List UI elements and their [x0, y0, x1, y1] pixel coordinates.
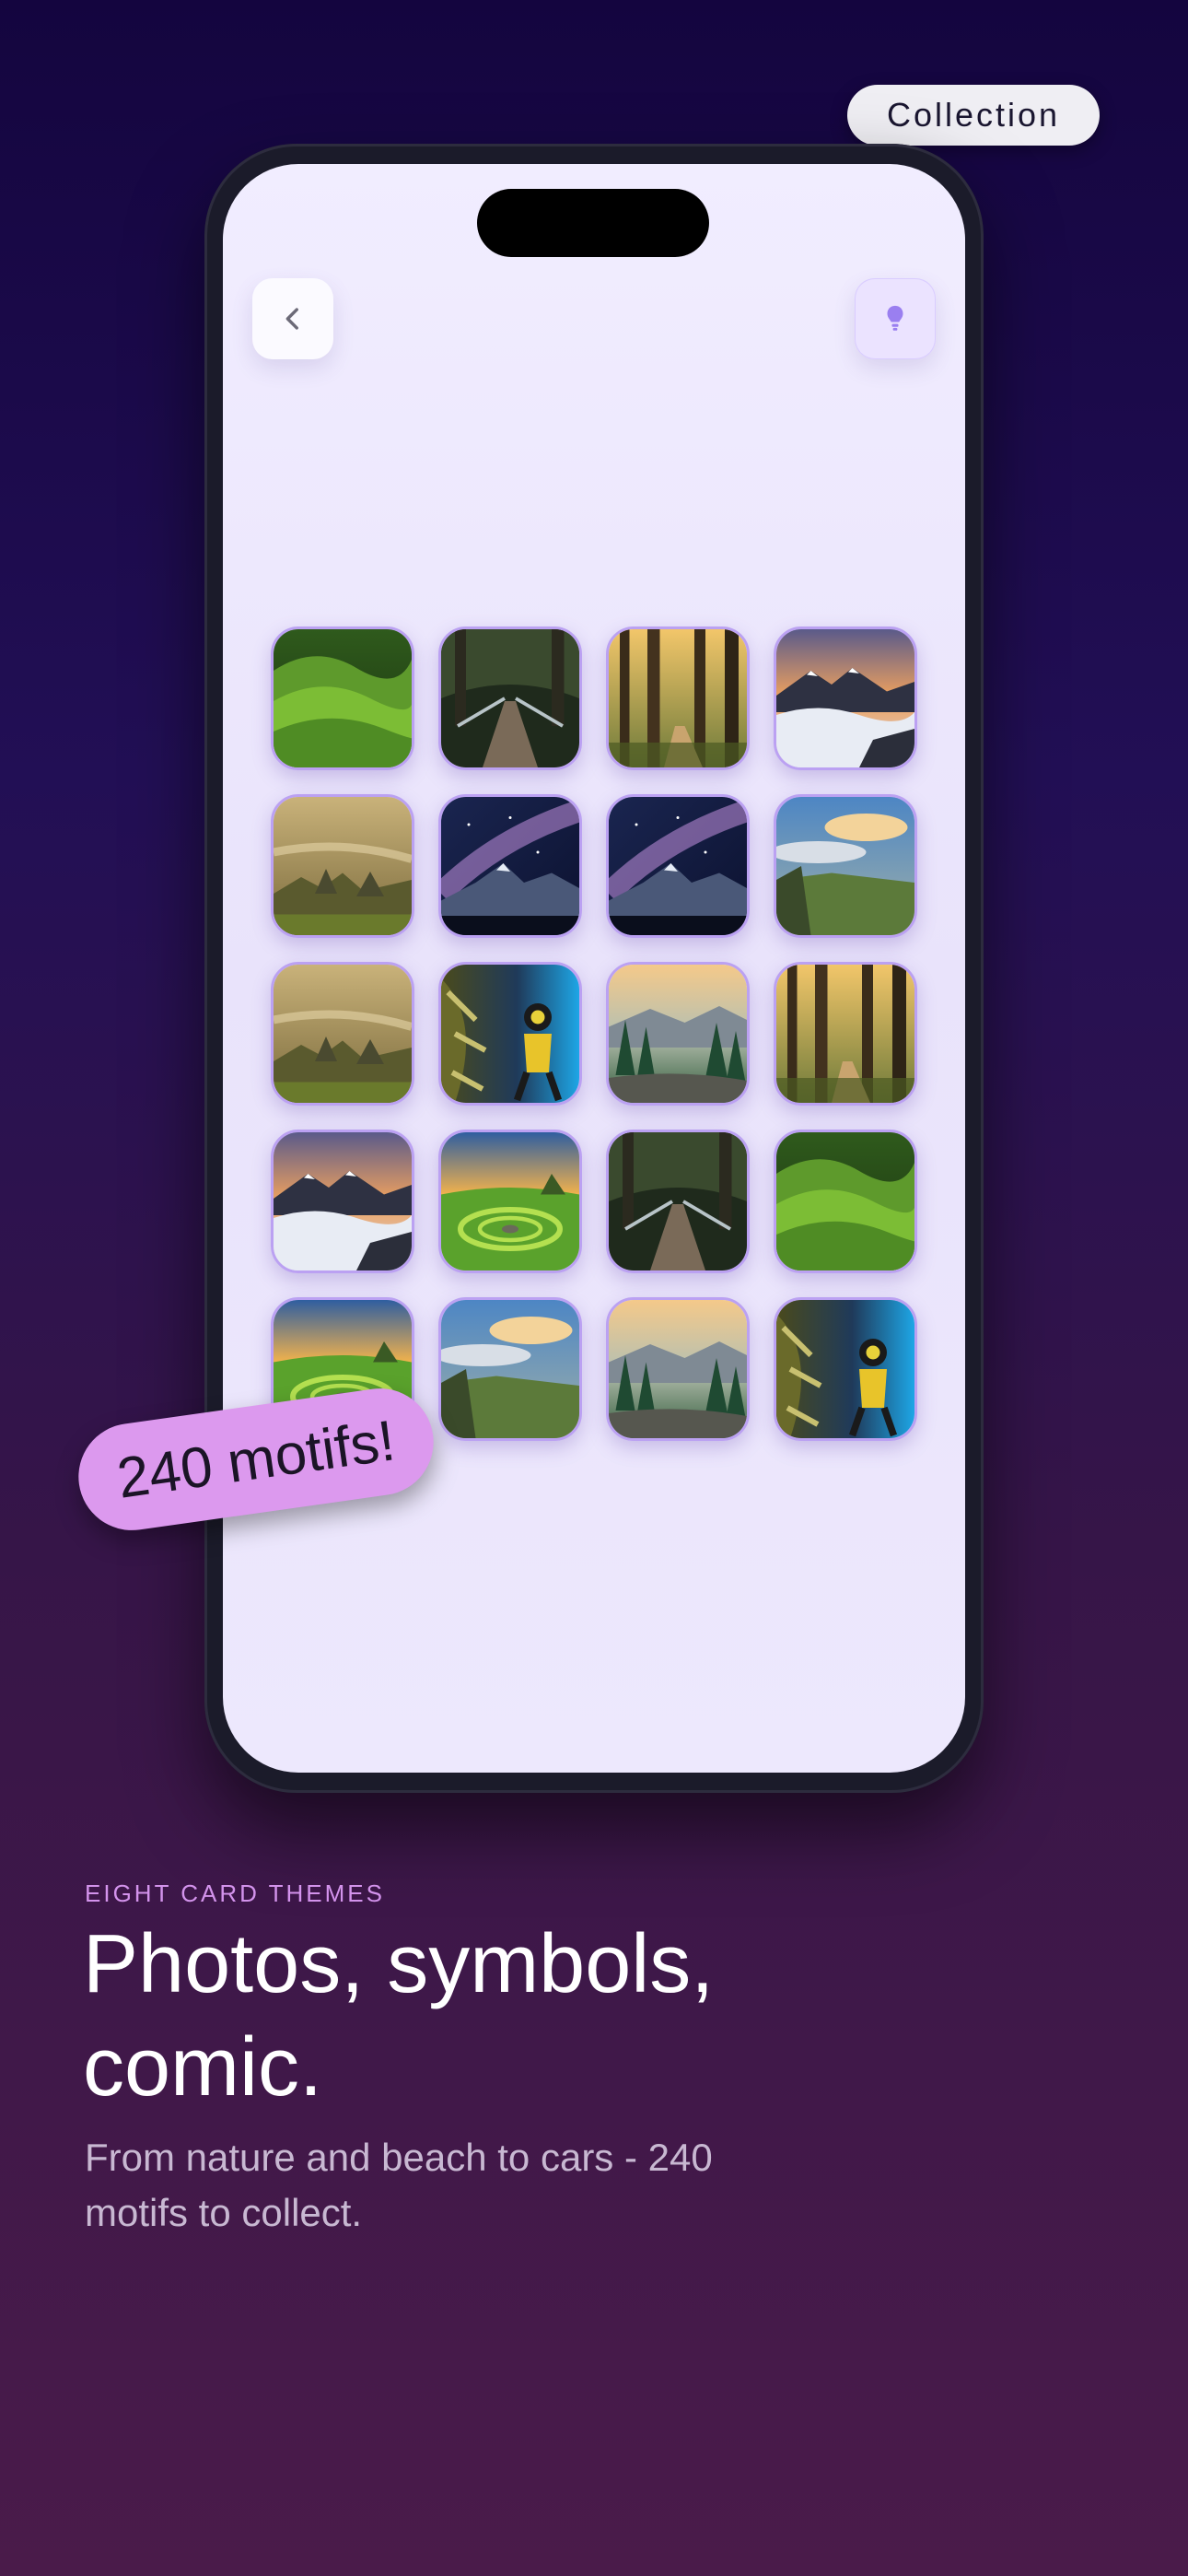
motif-image [776, 1300, 914, 1438]
motif-image [274, 965, 412, 1103]
motif-image [274, 629, 412, 767]
section-headline: Photos, symbols, comic. [83, 1918, 715, 2113]
back-button[interactable] [252, 278, 333, 359]
dynamic-island [477, 189, 709, 257]
motif-image [441, 629, 579, 767]
phone-frame [204, 144, 984, 1793]
hint-button[interactable] [855, 278, 936, 359]
motif-card-green-hills[interactable] [271, 626, 414, 770]
motif-image [274, 1132, 412, 1270]
motif-image [441, 797, 579, 935]
motif-card-pine-valley-sunset[interactable] [606, 962, 750, 1106]
motif-card-green-hills[interactable] [774, 1130, 917, 1273]
lightbulb-icon [887, 305, 903, 331]
motif-card-forest-bridge[interactable] [606, 1130, 750, 1273]
collection-chip[interactable]: Collection [847, 85, 1100, 146]
chevron-left-icon [285, 308, 298, 330]
motif-image [274, 797, 412, 935]
motif-image [441, 965, 579, 1103]
motif-image [609, 1300, 747, 1438]
section-eyebrow: EIGHT CARD THEMES [85, 1879, 385, 1907]
motif-card-cloudy-cliffs[interactable] [438, 1297, 582, 1441]
motif-card-cloudy-cliffs[interactable] [774, 794, 917, 938]
motif-card-forest-path[interactable] [774, 962, 917, 1106]
motif-card-mountain-sea-of-clouds[interactable] [271, 1130, 414, 1273]
motif-image [609, 1132, 747, 1270]
motif-image [609, 965, 747, 1103]
motif-image [441, 1132, 579, 1270]
motif-image [609, 797, 747, 935]
motif-card-underwater-diver[interactable] [438, 962, 582, 1106]
motif-card-stone-circle-sunset[interactable] [438, 1130, 582, 1273]
motif-card-forest-path[interactable] [606, 626, 750, 770]
motif-image [776, 629, 914, 767]
motif-image [609, 629, 747, 767]
motif-card-misty-valley[interactable] [271, 962, 414, 1106]
motif-image [441, 1300, 579, 1438]
motif-card-mountain-sea-of-clouds[interactable] [774, 626, 917, 770]
motif-card-milky-way-mountain[interactable] [606, 794, 750, 938]
motif-card-misty-valley[interactable] [271, 794, 414, 938]
motif-grid [271, 626, 917, 1441]
motif-image [776, 965, 914, 1103]
motif-image [776, 797, 914, 935]
motif-card-pine-valley-sunset[interactable] [606, 1297, 750, 1441]
section-subtitle: From nature and beach to cars - 240 moti… [85, 2136, 713, 2234]
motif-card-forest-bridge[interactable] [438, 626, 582, 770]
motif-card-underwater-diver[interactable] [774, 1297, 917, 1441]
motif-image [776, 1132, 914, 1270]
motif-card-milky-way-mountain[interactable] [438, 794, 582, 938]
phone-screen [223, 164, 965, 1773]
